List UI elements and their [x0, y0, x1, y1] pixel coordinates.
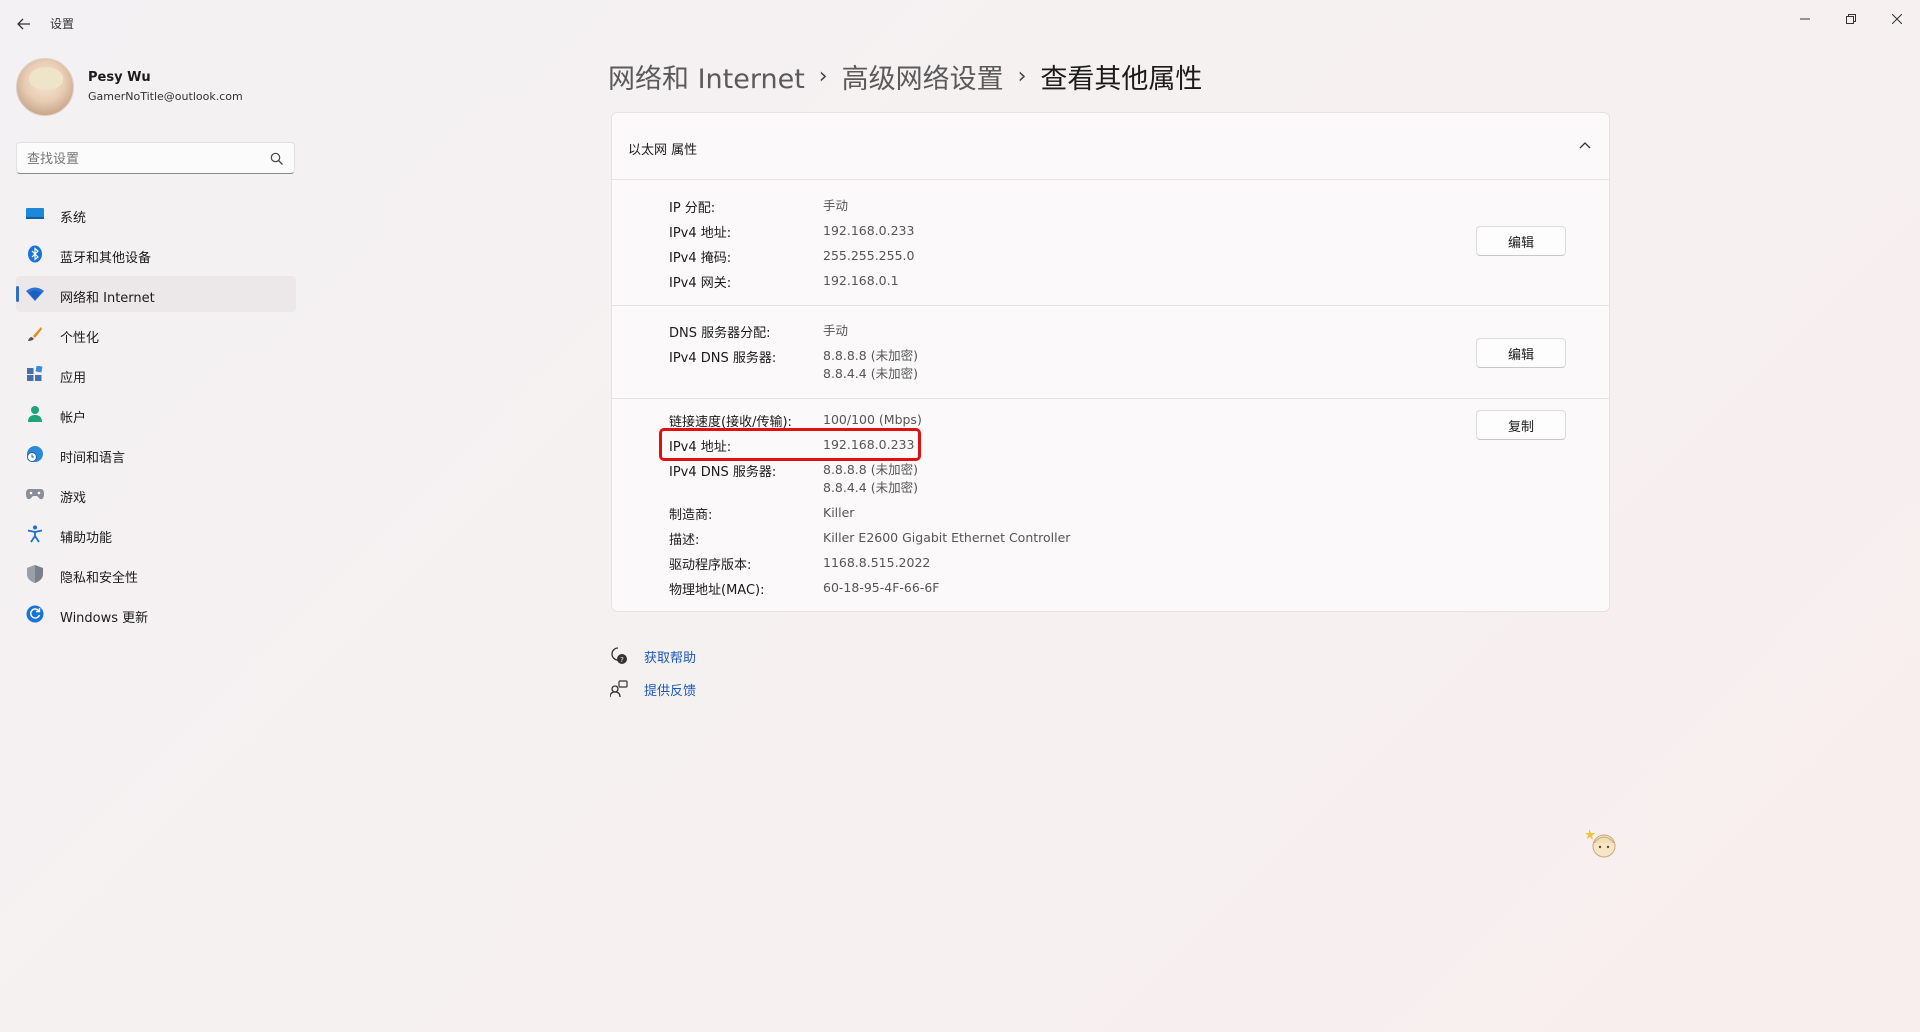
dns-assignment-value: 手动 [823, 323, 849, 338]
shield-icon [26, 565, 44, 583]
ipv4-mask-value: 255.255.255.0 [823, 248, 915, 263]
sidebar-item-gaming[interactable]: 游戏 [16, 476, 296, 512]
ipv4-dns-value-secondary: 8.8.4.4 (未加密) [823, 366, 918, 381]
dns-assignment-label: DNS 服务器分配: [669, 326, 771, 341]
ipv4-gateway-value: 192.168.0.1 [823, 273, 899, 288]
help-links: ? 获取帮助 提供反馈 [608, 645, 696, 711]
system-icon [26, 205, 44, 223]
ipv4-mask-label: IPv4 掩码: [669, 251, 732, 266]
avatar [16, 58, 74, 116]
page-title: 查看其他属性 [1040, 63, 1203, 95]
ipv4-address-value: 192.168.0.233 [823, 223, 915, 238]
sidebar-item-label: 隐私和安全性 [60, 571, 139, 586]
copy-button[interactable]: 复制 [1476, 410, 1566, 440]
sidebar-item-label: 网络和 Internet [60, 291, 155, 306]
back-arrow-icon[interactable] [10, 12, 38, 36]
sidebar-item-personalization[interactable]: 个性化 [16, 316, 296, 352]
ip-assignment-label: IP 分配: [669, 201, 716, 216]
sidebar-item-windows-update[interactable]: Windows 更新 [16, 596, 296, 632]
ipv4-dns-label: IPv4 DNS 服务器: [669, 351, 777, 366]
give-feedback-label[interactable]: 提供反馈 [644, 680, 696, 699]
mascot-sticker [1585, 825, 1621, 861]
edit-dns-button[interactable]: 编辑 [1476, 338, 1566, 368]
card-title: 以太网 属性 [628, 143, 698, 158]
sidebar-item-bluetooth[interactable]: 蓝牙和其他设备 [16, 236, 296, 272]
give-feedback-link[interactable]: 提供反馈 [608, 678, 696, 700]
description-value: Killer E2600 Gigabit Ethernet Controller [823, 530, 1071, 545]
sidebar-item-label: 辅助功能 [60, 531, 113, 546]
chevron-up-icon[interactable] [1575, 137, 1595, 155]
sidebar-item-label: 应用 [60, 371, 87, 386]
profile-name: Pesy Wu [88, 70, 151, 85]
ip-assignment-value: 手动 [823, 198, 849, 213]
ipv4-dns-value: 8.8.8.8 (未加密) [823, 348, 918, 363]
account-icon [26, 405, 44, 423]
sidebar-item-privacy[interactable]: 隐私和安全性 [16, 556, 296, 592]
ipv4-dns-value: 8.8.8.8 (未加密) [823, 462, 918, 477]
search-box[interactable] [16, 142, 295, 174]
sidebar-item-label: Windows 更新 [60, 611, 149, 626]
ip-settings-section: IP 分配: 手动 IPv4 地址: 192.168.0.233 IPv4 掩码… [612, 180, 1609, 306]
driver-version-label: 驱动程序版本: [669, 558, 752, 573]
description-label: 描述: [669, 533, 700, 548]
ipv4-dns-label: IPv4 DNS 服务器: [669, 465, 777, 480]
sidebar-item-accounts[interactable]: 帐户 [16, 396, 296, 432]
app-title: 设置 [50, 17, 75, 31]
breadcrumb-item-network[interactable]: 网络和 Internet [608, 57, 805, 96]
sidebar-item-label: 时间和语言 [60, 451, 126, 466]
user-profile[interactable]: Pesy Wu GamerNoTitle@outlook.com [16, 58, 296, 118]
get-help-label[interactable]: 获取帮助 [644, 647, 696, 666]
manufacturer-value: Killer [823, 505, 855, 520]
get-help-link[interactable]: ? 获取帮助 [608, 645, 696, 667]
breadcrumb-separator: › [1017, 63, 1027, 89]
sidebar-item-time-language[interactable]: 时间和语言 [16, 436, 296, 472]
feedback-icon [608, 679, 630, 699]
globe-clock-icon [26, 445, 44, 463]
search-icon[interactable] [270, 151, 284, 165]
title-bar: 设置 [0, 0, 1920, 46]
mac-address-label: 物理地址(MAC): [669, 583, 765, 598]
gamepad-icon [26, 485, 44, 503]
breadcrumb-item-advanced[interactable]: 高级网络设置 [842, 57, 1004, 96]
dns-settings-section: DNS 服务器分配: 手动 IPv4 DNS 服务器: 8.8.8.8 (未加密… [612, 306, 1609, 399]
accessibility-icon [26, 525, 44, 543]
sidebar-item-label: 系统 [60, 211, 87, 226]
sidebar-item-label: 个性化 [60, 331, 100, 346]
driver-version-value: 1168.8.515.2022 [823, 555, 931, 570]
ethernet-properties-card: 以太网 属性 IP 分配: 手动 IPv4 地址: 192.168.0.233 … [611, 112, 1610, 612]
update-icon [26, 605, 44, 623]
bluetooth-icon [26, 245, 44, 263]
edit-ip-button[interactable]: 编辑 [1476, 226, 1566, 256]
restore-button[interactable] [1828, 4, 1874, 34]
sidebar-item-label: 蓝牙和其他设备 [60, 251, 152, 266]
search-input[interactable] [27, 149, 257, 169]
mac-address-value: 60-18-95-4F-66-6F [823, 580, 940, 595]
link-speed-value: 100/100 (Mbps) [823, 412, 922, 427]
sidebar-item-accessibility[interactable]: 辅助功能 [16, 516, 296, 552]
sidebar-nav: 系统 蓝牙和其他设备 网络和 Internet 个性化 应用 帐户 时间和语言 … [16, 196, 296, 636]
ipv4-address-label: IPv4 地址: [669, 226, 732, 241]
svg-text:?: ? [620, 656, 624, 664]
sidebar-item-apps[interactable]: 应用 [16, 356, 296, 392]
ipv4-dns-value-secondary: 8.8.4.4 (未加密) [823, 480, 918, 495]
sidebar-item-network[interactable]: 网络和 Internet [16, 276, 296, 312]
card-header[interactable]: 以太网 属性 [612, 113, 1609, 180]
breadcrumb: 网络和 Internet › 高级网络设置 › 查看其他属性 [608, 56, 1202, 96]
profile-email: GamerNoTitle@outlook.com [88, 90, 243, 103]
help-icon: ? [608, 646, 630, 666]
close-button[interactable] [1874, 4, 1920, 34]
sidebar-item-system[interactable]: 系统 [16, 196, 296, 232]
sidebar-item-label: 帐户 [60, 411, 87, 426]
sidebar-item-label: 游戏 [60, 491, 87, 506]
brush-icon [26, 325, 44, 343]
breadcrumb-separator: › [818, 63, 828, 89]
apps-icon [26, 365, 44, 383]
wifi-icon [26, 285, 44, 303]
link-speed-label: 链接速度(接收/传输): [669, 415, 792, 430]
manufacturer-label: 制造商: [669, 508, 713, 523]
highlight-annotation [659, 428, 921, 461]
minimize-button[interactable] [1782, 4, 1828, 34]
ipv4-gateway-label: IPv4 网关: [669, 276, 732, 291]
